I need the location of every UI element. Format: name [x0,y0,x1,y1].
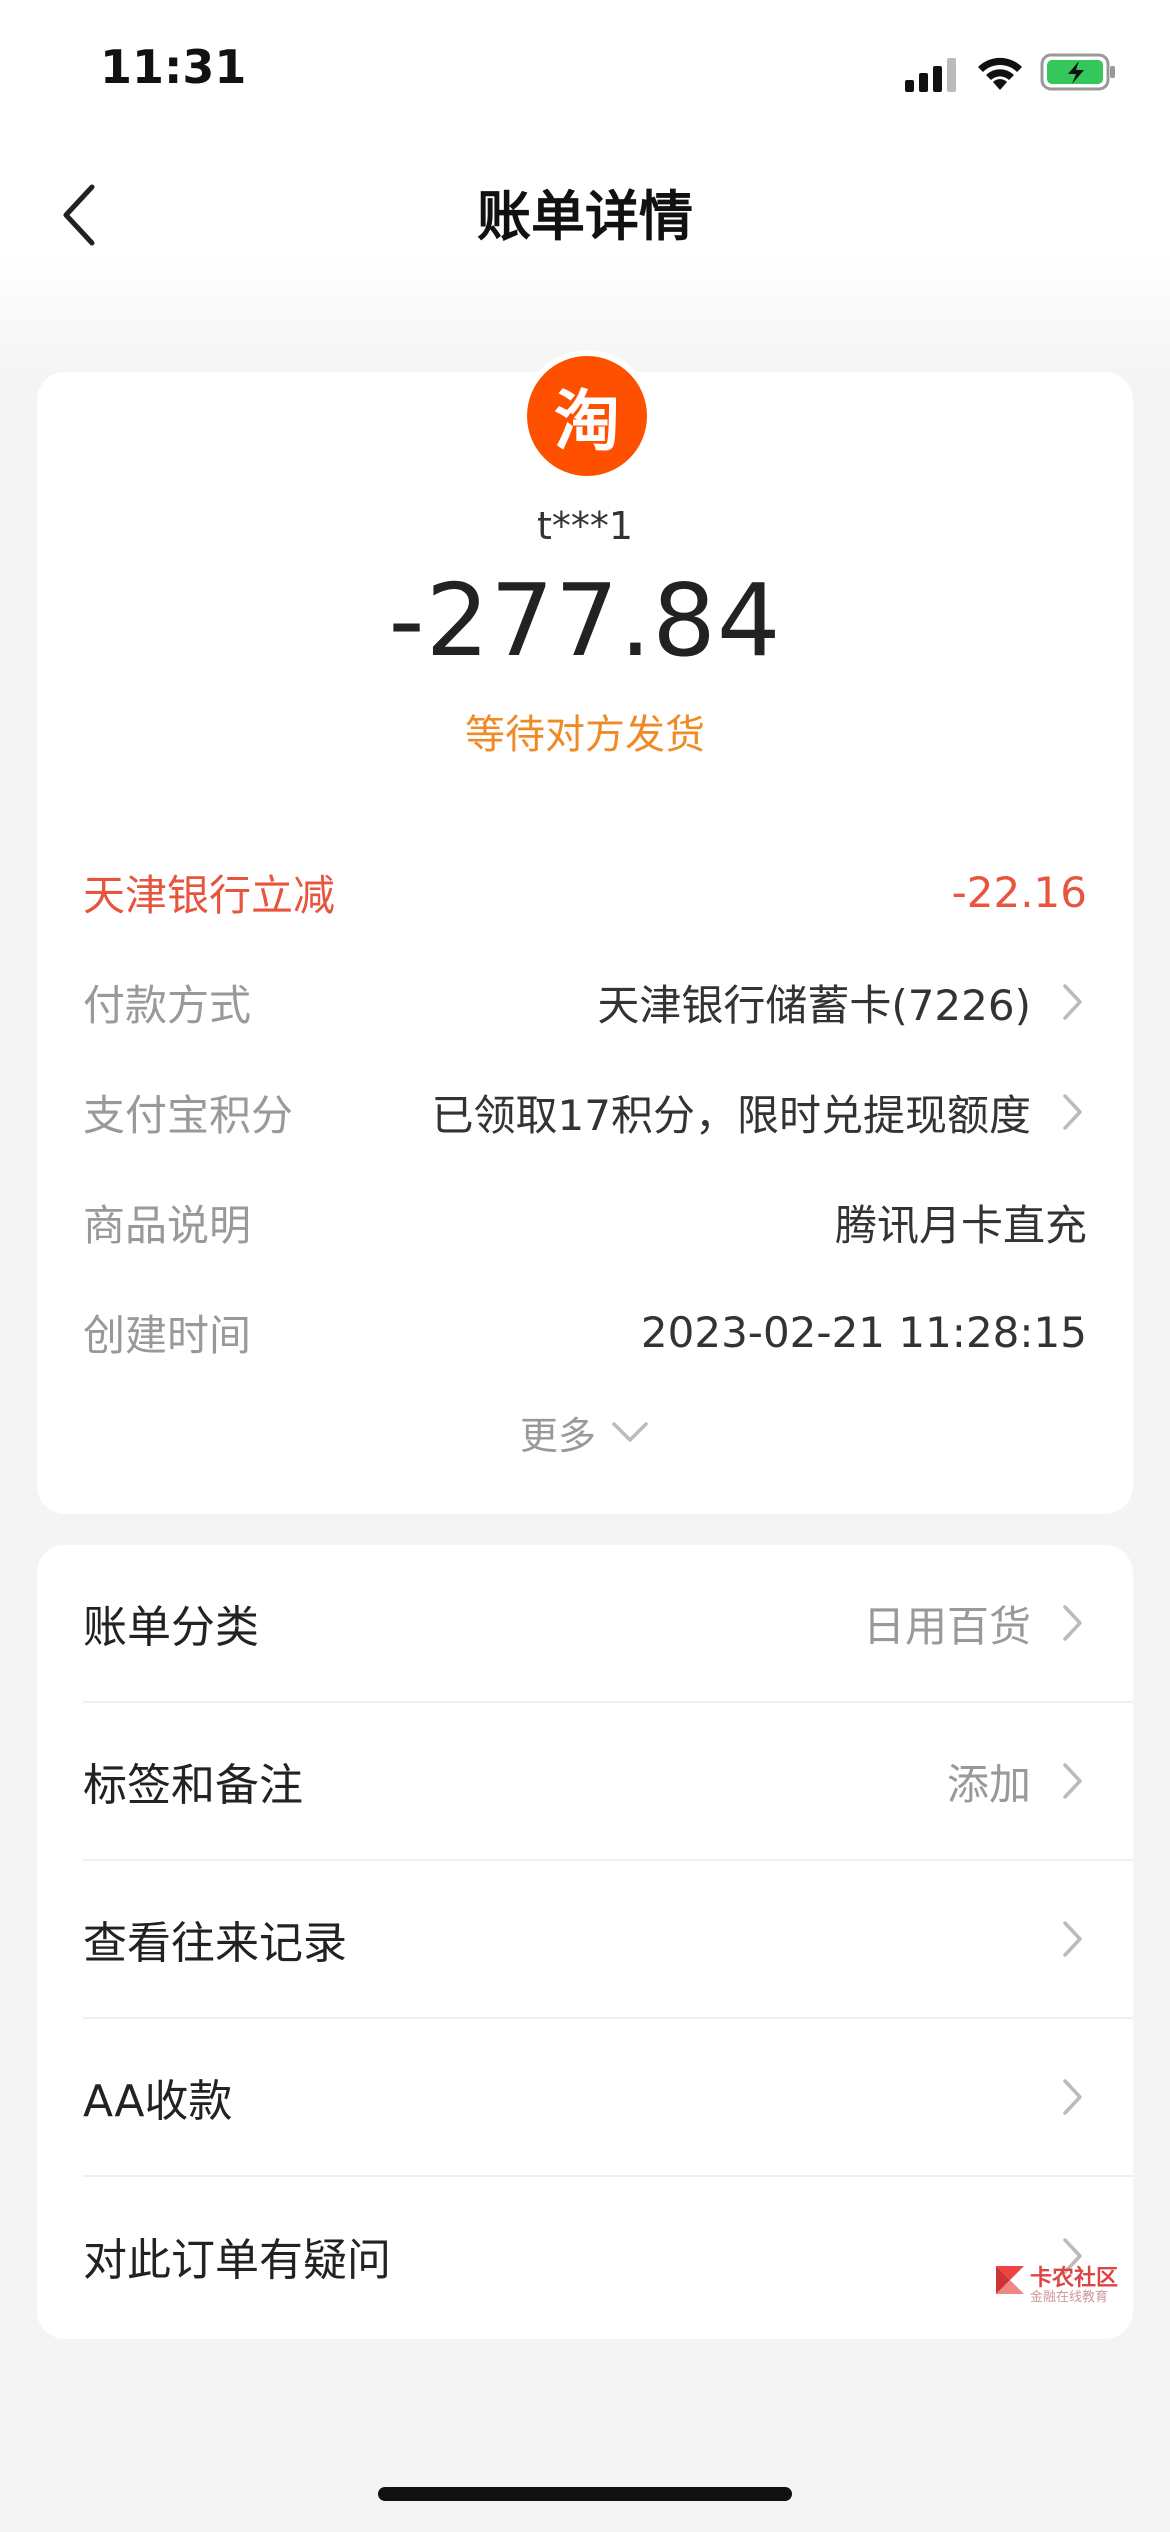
detail-value: 已领取17积分，限时兑提现额度 [432,1082,1087,1143]
chevron-right-icon [1063,984,1082,1020]
detail-row-discount: 天津银行立减 -22.16 [83,852,1087,932]
menu-label: 查看往来记录 [83,1918,347,1969]
detail-value: 天津银行储蓄卡(7226) [597,972,1087,1033]
watermark: 卡农社区 金融在线教育 [990,2260,1150,2310]
order-status: 等待对方发货 [465,712,705,758]
menu-label: 账单分类 [83,1602,259,1653]
detail-row-payment-method[interactable]: 付款方式 天津银行储蓄卡(7226) [83,962,1087,1042]
watermark-logo-icon [996,2266,1024,2294]
chevron-right-icon [1063,1605,1082,1641]
menu-value [1031,2076,1087,2118]
battery-charging-icon [1040,53,1115,91]
menu-item-aa-collect[interactable]: AA收款 [83,2019,1133,2177]
menu-value: 添加 [947,1751,1087,1812]
detail-value: 腾讯月卡直充 [834,1200,1087,1250]
page-title: 账单详情 [477,185,693,248]
menu-label: AA收款 [83,2076,233,2127]
more-label: 更多 [519,1413,596,1458]
merchant-name: t***1 [536,504,634,548]
menu-item-tags-notes[interactable]: 标签和备注 添加 [83,1703,1133,1861]
bill-actions-card: 账单分类 日用百货 标签和备注 添加 查看往来记录 AA收款 对此订单有疑问 [37,1545,1133,2339]
menu-item-bill-category[interactable]: 账单分类 日用百货 [83,1545,1133,1703]
watermark-subtext: 金融在线教育 [1030,2290,1109,2305]
menu-value: 日用百货 [863,1593,1087,1654]
chevron-right-icon [1063,2079,1082,2115]
detail-value: -22.16 [951,867,1087,917]
detail-label: 创建时间 [83,1310,252,1360]
detail-label: 付款方式 [83,980,252,1030]
taobao-logo: 淘 [521,350,653,482]
chevron-right-icon [1063,1094,1082,1130]
bill-amount: -277.84 [388,562,782,679]
more-button[interactable]: 更多 [37,1402,1133,1462]
chevron-right-icon [1063,1763,1082,1799]
signal-icon [905,58,956,92]
detail-label: 支付宝积分 [83,1090,294,1140]
wifi-icon [978,57,1022,90]
detail-row-alipay-points[interactable]: 支付宝积分 已领取17积分，限时兑提现额度 [83,1072,1087,1152]
detail-row-created-time: 创建时间 2023-02-21 11:28:15 [83,1292,1087,1372]
status-bar: 11:31 [0,0,1170,150]
taobao-logo-char: 淘 [527,356,647,476]
nav-bar: 账单详情 [0,150,1170,280]
menu-label: 标签和备注 [83,1760,303,1811]
menu-item-transaction-history[interactable]: 查看往来记录 [83,1861,1133,2019]
menu-item-order-question[interactable]: 对此订单有疑问 [83,2177,1133,2335]
detail-label: 天津银行立减 [83,870,336,920]
bill-summary-card: 淘 t***1 -277.84 等待对方发货 天津银行立减 -22.16 付款方… [37,350,1133,1514]
menu-value [1031,1918,1087,1960]
detail-value: 2023-02-21 11:28:15 [640,1307,1087,1357]
status-time: 11:31 [100,40,247,94]
home-indicator[interactable] [378,2487,792,2501]
menu-label: 对此订单有疑问 [83,2235,391,2286]
detail-label: 商品说明 [83,1200,252,1250]
chevron-right-icon [1063,1921,1082,1957]
chevron-down-icon [612,1422,648,1442]
detail-row-product-description: 商品说明 腾讯月卡直充 [83,1182,1087,1262]
